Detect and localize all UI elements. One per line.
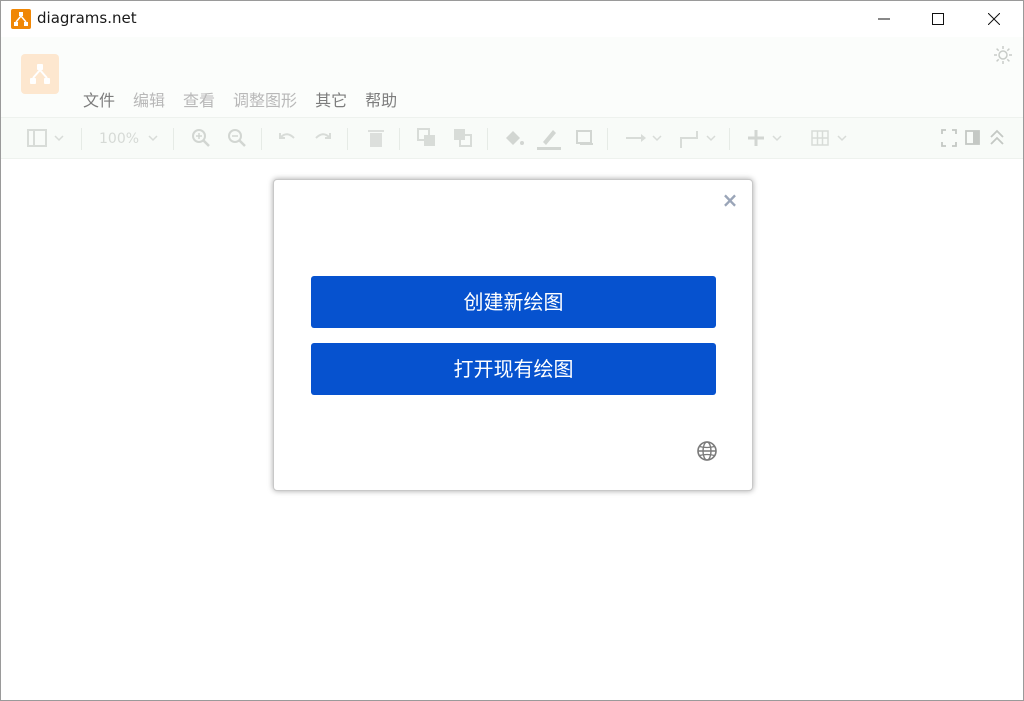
window-title: diagrams.net xyxy=(37,9,137,27)
insert-plus-icon[interactable] xyxy=(747,128,785,148)
zoom-level[interactable]: 100% xyxy=(99,131,139,147)
menu-view[interactable]: 查看 xyxy=(183,87,215,111)
menu-edit[interactable]: 编辑 xyxy=(133,87,165,111)
table-icon[interactable] xyxy=(811,128,849,148)
start-dialog: × 创建新绘图 打开现有绘图 xyxy=(273,179,753,491)
fullscreen-icon[interactable] xyxy=(941,128,957,148)
open-existing-diagram-button[interactable]: 打开现有绘图 xyxy=(311,343,716,395)
menu-bar: 文件 编辑 查看 调整图形 其它 帮助 xyxy=(83,87,415,111)
title-bar: diagrams.net xyxy=(1,1,1023,37)
app-window: diagrams.net 文件 编辑 查看 调整图形 其它 帮助 100% × … xyxy=(0,0,1024,701)
fill-color-icon[interactable] xyxy=(503,128,525,148)
shadow-icon[interactable] xyxy=(575,128,595,148)
sun-icon[interactable] xyxy=(993,45,1013,69)
app-icon xyxy=(11,9,31,29)
collapse-chevron-icon[interactable] xyxy=(989,128,1005,148)
line-color-icon[interactable] xyxy=(537,128,561,150)
delete-icon[interactable] xyxy=(367,128,385,148)
close-window-button[interactable] xyxy=(971,1,1017,37)
zoom-out-icon[interactable] xyxy=(227,128,247,148)
globe-icon[interactable] xyxy=(696,440,718,462)
format-panel-icon[interactable] xyxy=(27,128,65,148)
menu-help[interactable]: 帮助 xyxy=(365,87,397,111)
dialog-close-icon[interactable]: × xyxy=(721,190,739,210)
drawio-logo-icon xyxy=(21,54,59,94)
format-sidebar-icon[interactable] xyxy=(965,128,981,148)
to-back-icon[interactable] xyxy=(453,128,473,148)
app-header: 文件 编辑 查看 调整图形 其它 帮助 xyxy=(1,37,1023,117)
to-front-icon[interactable] xyxy=(417,128,437,148)
redo-icon[interactable] xyxy=(313,128,333,148)
waypoints-icon[interactable] xyxy=(679,128,717,150)
zoom-dropdown-chevron-icon[interactable] xyxy=(147,128,159,148)
minimize-button[interactable] xyxy=(861,1,907,37)
menu-arrange[interactable]: 调整图形 xyxy=(233,87,297,111)
menu-file[interactable]: 文件 xyxy=(83,87,115,111)
create-new-diagram-button[interactable]: 创建新绘图 xyxy=(311,276,716,328)
connection-style-icon[interactable] xyxy=(625,128,663,148)
maximize-button[interactable] xyxy=(915,1,961,37)
toolbar: 100% xyxy=(1,117,1023,159)
zoom-in-icon[interactable] xyxy=(191,128,211,148)
menu-extras[interactable]: 其它 xyxy=(315,87,347,111)
undo-icon[interactable] xyxy=(277,128,297,148)
